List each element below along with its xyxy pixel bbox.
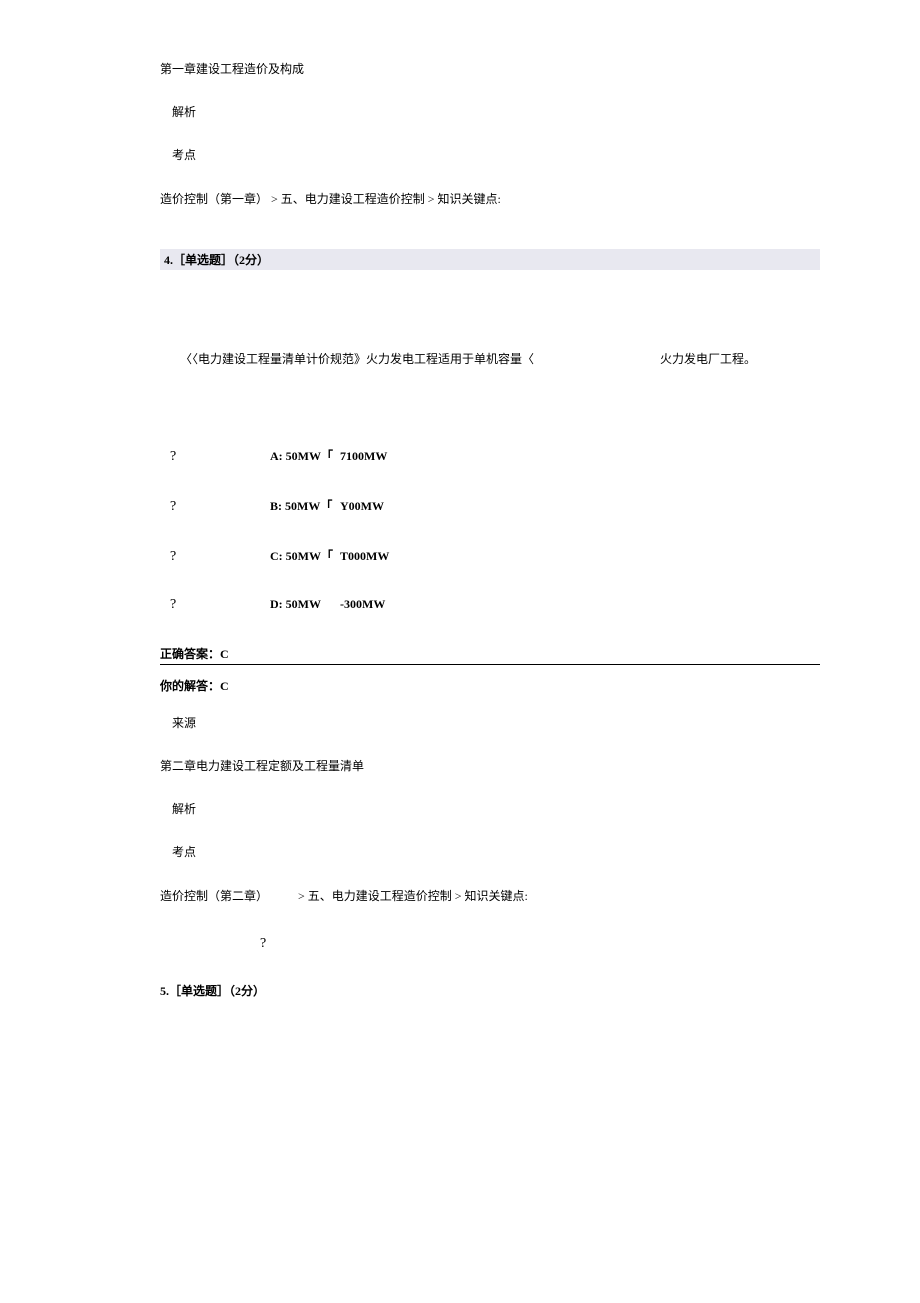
option-marker: ? — [160, 499, 270, 515]
analysis-label: 解析 — [160, 800, 820, 819]
option-marker: ? — [160, 449, 270, 465]
question-4-header: 4.［单选题］（2分） — [160, 249, 820, 270]
question-5-header: 5.［单选题］（2分） — [160, 982, 820, 1001]
option-b-value: Y00MW — [340, 499, 384, 514]
option-c-label: C: 50MW「 — [270, 547, 340, 564]
source-chapter: 第二章电力建设工程定额及工程量清单 — [160, 757, 820, 776]
option-d-value: -300MW — [340, 597, 385, 612]
analysis-label: 解析 — [160, 103, 820, 122]
point-path: 造价控制（第二章） > 五、电力建设工程造价控制 > 知识关键点: — [160, 887, 820, 906]
point-path-a: 造价控制（第二章） — [160, 889, 268, 903]
question-4-options: ? A: 50MW「 7100MW ? B: 50MW「 Y00MW ? C: … — [160, 447, 820, 613]
stem-prefix: 〈〈电力建设工程量清单计价规范》火力发电工程适用于单机容量〈 — [180, 352, 534, 366]
option-d-label: D: 50MW — [270, 597, 340, 612]
option-c-value: T000MW — [340, 549, 389, 564]
point-label: 考点 — [160, 146, 820, 165]
note-mark: ? — [260, 936, 820, 952]
prev-point-path: 造价控制（第一章） > 五、电力建设工程造价控制 > 知识关键点: — [160, 190, 820, 209]
option-c-row[interactable]: ? C: 50MW「 T000MW — [160, 547, 820, 565]
option-a-value: 7100MW — [340, 449, 387, 464]
stem-suffix: 火力发电厂工程。 — [660, 352, 756, 366]
option-b-row[interactable]: ? B: 50MW「 Y00MW — [160, 497, 820, 515]
option-a-label: A: 50MW「 — [270, 447, 340, 464]
option-marker: ? — [160, 597, 270, 613]
point-label: 考点 — [160, 843, 820, 862]
source-label: 来源 — [160, 714, 820, 733]
option-marker: ? — [160, 549, 270, 565]
question-4-stem: 〈〈电力建设工程量清单计价规范》火力发电工程适用于单机容量〈 火力发电厂工程。 — [180, 350, 820, 367]
your-answer: 你的解答：C — [160, 677, 820, 694]
point-path-b: > 五、电力建设工程造价控制 > 知识关键点: — [298, 889, 528, 903]
option-a-row[interactable]: ? A: 50MW「 7100MW — [160, 447, 820, 465]
prev-source-chapter: 第一章建设工程造价及构成 — [160, 60, 820, 79]
option-d-row[interactable]: ? D: 50MW -300MW — [160, 597, 820, 613]
correct-answer: 正确答案：C — [160, 645, 820, 665]
option-b-label: B: 50MW「 — [270, 497, 340, 514]
